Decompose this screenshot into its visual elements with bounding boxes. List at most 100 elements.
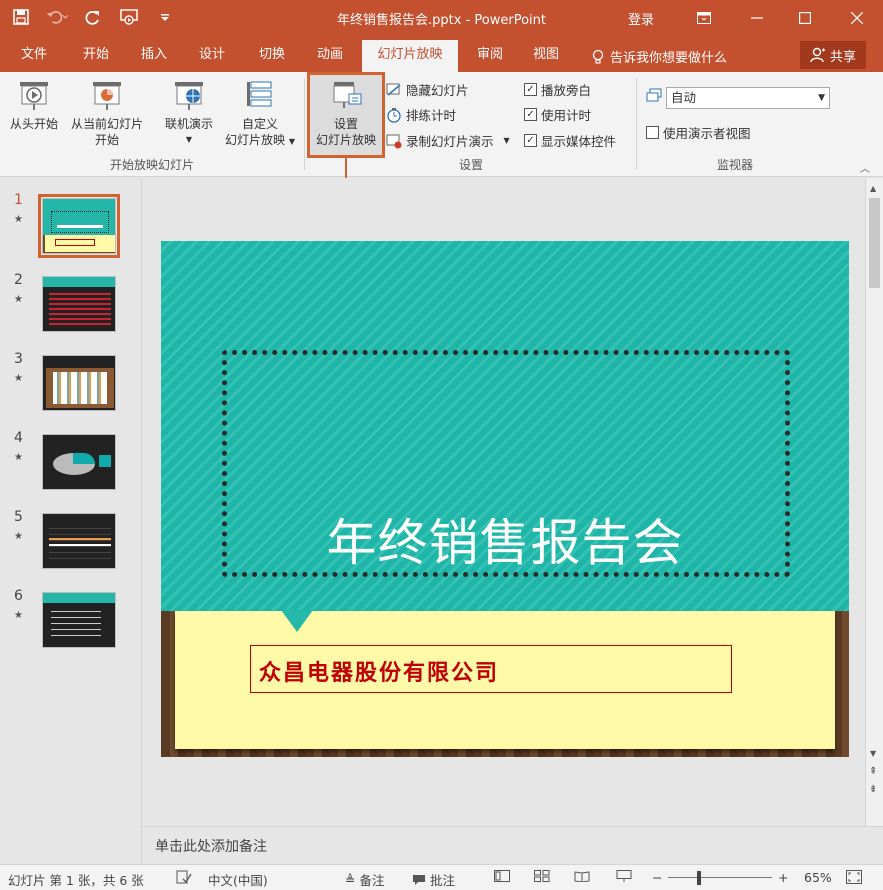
slide-thumbnail-4[interactable]	[42, 434, 116, 490]
record-dropdown-arrow[interactable]: ▼	[504, 136, 510, 145]
close-icon[interactable]	[834, 0, 880, 36]
checkbox-checked[interactable]: ✓	[524, 83, 537, 96]
show-media-controls-checkbox[interactable]: ✓ 显示媒体控件	[524, 131, 616, 150]
comments-toggle-button[interactable]: 批注	[412, 870, 455, 889]
tab-animations[interactable]: 动画	[304, 40, 356, 72]
slide-show-view-icon[interactable]	[616, 870, 632, 882]
presentation-from-start-icon[interactable]	[118, 6, 140, 28]
tab-insert[interactable]: 插入	[128, 40, 180, 72]
monitor-icon	[646, 88, 662, 102]
projector-play-icon	[20, 82, 48, 110]
thumb-number: 5	[14, 509, 23, 525]
zoom-slider-thumb[interactable]	[697, 871, 701, 885]
from-current-label-2: 开始	[94, 133, 119, 147]
checkbox-checked[interactable]: ✓	[524, 108, 537, 121]
scroll-down-icon[interactable]: ▼	[870, 749, 876, 758]
play-narration-checkbox[interactable]: ✓ 播放旁白	[524, 80, 591, 99]
tab-view[interactable]: 视图	[520, 40, 572, 72]
online-present-label: 联机演示	[164, 117, 213, 131]
comments-toggle-label: 批注	[430, 873, 456, 888]
zoom-out-button[interactable]: −	[652, 870, 662, 885]
ribbon-display-options-icon[interactable]	[681, 0, 727, 36]
minimize-icon[interactable]	[734, 0, 780, 36]
presenter-view-label: 使用演示者视图	[663, 126, 751, 141]
tab-design[interactable]: 设计	[186, 40, 238, 72]
company-textbox[interactable]: 众昌电器股份有限公司	[250, 645, 732, 693]
notes-pane[interactable]: 单击此处添加备注	[143, 826, 883, 864]
notes-toggle-label: 备注	[359, 873, 385, 888]
tab-transitions[interactable]: 切换	[246, 40, 298, 72]
slide-thumbnail-6[interactable]	[42, 592, 116, 648]
online-present-button[interactable]: 联机演示 ▼	[158, 80, 220, 148]
tab-slide-show[interactable]: 幻灯片放映	[362, 40, 458, 72]
undo-icon[interactable]	[46, 6, 68, 28]
normal-view-icon[interactable]	[494, 870, 510, 882]
thumb-number: 3	[14, 351, 23, 367]
notes-toggle-button[interactable]: ≜ 备注	[345, 870, 385, 889]
start-group-label: 开始放映幻灯片	[109, 158, 194, 172]
current-slide[interactable]: 年终销售报告会 众昌电器股份有限公司	[161, 241, 849, 757]
save-icon[interactable]	[10, 6, 32, 28]
monitor-select-value: 自动	[671, 90, 697, 105]
thumb-number: 1	[14, 192, 23, 208]
slide-sorter-icon[interactable]	[534, 870, 550, 882]
language-indicator[interactable]: 中文(中国)	[208, 870, 268, 889]
setup-label-1: 设置	[333, 117, 358, 131]
hide-slide-button[interactable]: 隐藏幻灯片	[386, 80, 469, 99]
tab-home[interactable]: 开始	[70, 40, 122, 72]
zoom-slider[interactable]	[668, 877, 772, 878]
scroll-thumb[interactable]	[869, 198, 880, 288]
slide-thumbnail-5[interactable]	[42, 513, 116, 569]
projector-current-icon	[93, 82, 121, 110]
setup-slide-show-button[interactable]: 设置 幻灯片放映	[310, 80, 382, 148]
monitor-select[interactable]: 自动 ▼	[666, 87, 830, 109]
ribbon-tabs: 文件 开始 插入 设计 切换 动画 幻灯片放映 审阅 视图 告诉我你想要做什么 …	[0, 36, 883, 72]
redo-icon[interactable]	[82, 6, 104, 28]
hide-slide-icon	[386, 83, 401, 96]
custom-show-label-2: 幻灯片放映 ▼	[225, 133, 295, 147]
monitor-group-label: 监视器	[716, 158, 753, 172]
scroll-up-icon[interactable]: ▲	[870, 184, 876, 193]
presenter-view-checkbox[interactable]: 使用演示者视图	[646, 123, 751, 142]
tab-review[interactable]: 审阅	[464, 40, 516, 72]
tab-file[interactable]: 文件	[8, 40, 60, 72]
from-beginning-button[interactable]: 从头开始	[6, 80, 62, 132]
notes-placeholder[interactable]: 单击此处添加备注	[155, 836, 267, 856]
collapse-ribbon-icon[interactable]: ︿	[860, 160, 870, 175]
online-dropdown-arrow[interactable]: ▼	[158, 132, 220, 148]
rehearse-timings-label: 排练计时	[406, 108, 457, 123]
previous-slide-icon[interactable]: ⇞	[869, 766, 877, 777]
custom-show-button[interactable]: 自定义 幻灯片放映 ▼	[218, 80, 302, 150]
login-link[interactable]: 登录	[628, 9, 654, 28]
animation-star-icon: ★	[14, 294, 23, 305]
slide-thumbnail-3[interactable]	[42, 355, 116, 411]
reading-view-icon[interactable]	[574, 870, 590, 882]
comment-icon	[413, 874, 425, 885]
next-slide-icon[interactable]: ⇟	[869, 784, 877, 795]
tell-me-search[interactable]: 告诉我你想要做什么	[592, 47, 727, 66]
rehearse-timings-button[interactable]: 排练计时	[386, 105, 456, 124]
share-button[interactable]: 共享	[800, 41, 866, 69]
checkbox-checked[interactable]: ✓	[524, 134, 537, 147]
checkbox-unchecked[interactable]	[646, 126, 659, 139]
setup-projector-icon	[333, 82, 362, 108]
use-timings-checkbox[interactable]: ✓ 使用计时	[524, 105, 591, 124]
fit-to-window-icon[interactable]	[846, 870, 862, 884]
share-label: 共享	[829, 49, 856, 65]
play-narration-label: 播放旁白	[541, 83, 592, 98]
customize-toolbar-icon[interactable]	[154, 6, 176, 28]
slide-title[interactable]: 年终销售报告会	[161, 503, 849, 575]
spelling-check-icon[interactable]	[176, 870, 192, 884]
from-beginning-label: 从头开始	[9, 117, 58, 131]
slide-thumbnail-1[interactable]	[38, 194, 120, 258]
from-current-button[interactable]: 从当前幻灯片 开始	[66, 80, 148, 148]
slide-counter: 幻灯片 第 1 张，共 6 张	[8, 873, 144, 888]
vertical-scrollbar[interactable]: ▲ ▼ ⇞ ⇟	[865, 178, 883, 826]
zoom-in-button[interactable]: +	[778, 870, 788, 885]
slide-thumbnail-2[interactable]	[42, 276, 116, 332]
maximize-icon[interactable]	[782, 0, 828, 36]
zoom-level[interactable]: 65%	[804, 870, 832, 885]
custom-show-label-1: 自定义	[241, 117, 278, 131]
tell-me-label: 告诉我你想要做什么	[610, 51, 728, 66]
record-slide-show-button[interactable]: 录制幻灯片演示 ▼	[386, 131, 510, 150]
